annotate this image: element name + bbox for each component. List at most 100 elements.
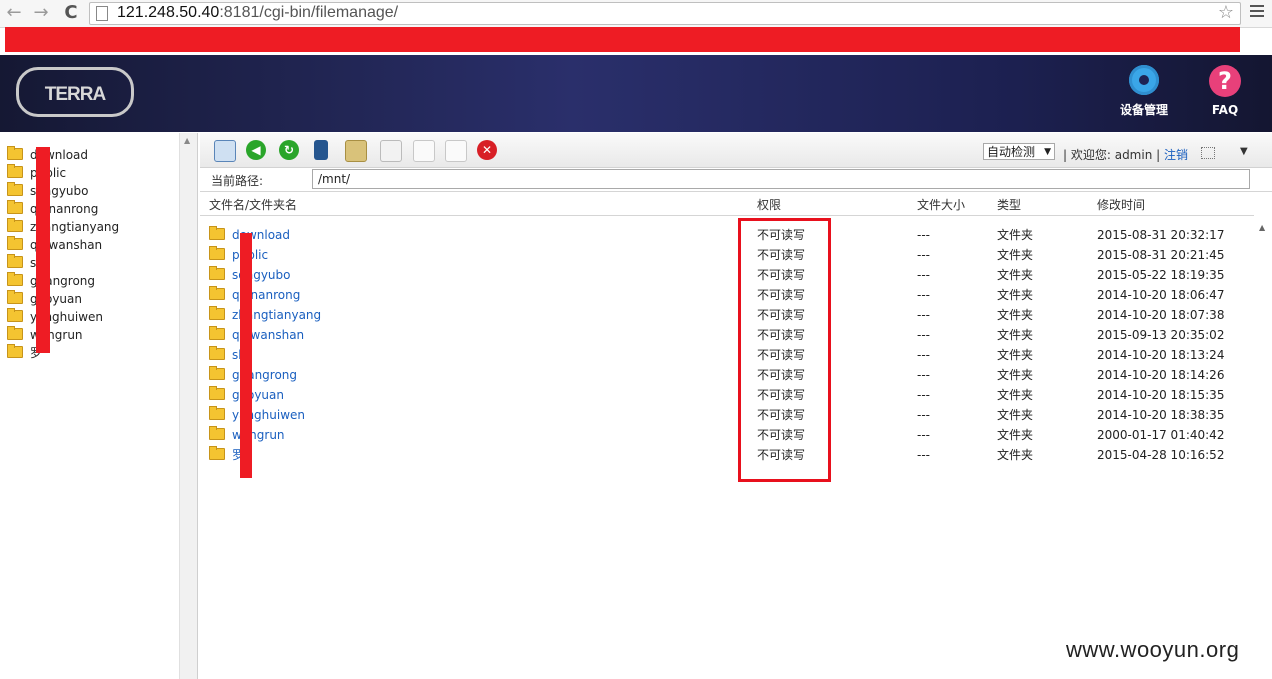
tree-scrollbar[interactable]: ▲ [179,133,197,679]
column-header-permission[interactable]: 权限 [757,196,781,213]
folder-icon [209,326,225,340]
folder-icon [209,286,225,300]
file-name[interactable]: qiuwanshan [209,325,304,345]
tree-item[interactable]: gaoyuan [7,290,119,308]
file-name[interactable]: yanghuiwen [209,405,305,425]
forward-arrow-icon[interactable]: → [31,3,51,23]
type-cell: 文件夹 [997,268,1034,282]
size-cell: --- [917,348,930,362]
column-header-name[interactable]: 文件名/文件夹名 [209,196,297,213]
type-cell: 文件夹 [997,328,1034,342]
welcome-text: | 欢迎您: admin | 注销 [1063,146,1188,163]
path-input[interactable]: /mnt/ [312,169,1250,189]
table-row[interactable]: zhangtianyang 不可读写 --- 文件夹 2014-10-20 18:07:… [200,305,1260,325]
address-bar[interactable]: 121.248.50.40:8181/cgi-bin/filemanage/ ☆ [89,2,1241,25]
tree-item[interactable]: 罗 [7,344,119,362]
refresh-icon[interactable]: ↻ [279,140,299,160]
table-row[interactable]: public不可读写---文件夹2015-08-31 20:21:45 [200,245,1260,265]
url-text[interactable]: 121.248.50.40:8181/cgi-bin/filemanage/ [117,4,398,22]
redaction-bar-list [240,233,252,478]
column-header-type[interactable]: 类型 [997,196,1021,213]
tree-item[interactable]: zhangtianyang [7,218,119,236]
tree-item[interactable]: shi [7,254,119,272]
table-row[interactable]: qinnanrong 不可读写 --- 文件夹 2014-10-20 18:06:47 [200,285,1260,305]
file-name[interactable]: zhangtianyang [209,305,321,325]
scroll-up-arrow-icon[interactable]: ▲ [1259,223,1265,232]
back-icon[interactable]: ◀ [246,140,266,160]
redaction-bar-tree [36,147,50,353]
chevron-down-icon[interactable]: ▼ [1240,146,1248,157]
file-manager-main: ◀ ↻ ✕ 自动检测 ▼ | 欢迎您: admin | 注销 ▼ 当前路径: /m… [200,133,1272,679]
column-header-mtime[interactable]: 修改时间 [1097,196,1145,213]
view-grid-icon[interactable] [1201,147,1215,159]
browser-menu-icon[interactable] [1250,5,1264,19]
table-row[interactable]: qiuwanshan 不可读写 --- 文件夹 2015-09-13 20:35:02 [200,325,1260,345]
size-cell: --- [917,448,930,462]
size-cell: --- [917,368,930,382]
mtime-cell: 2014-10-20 18:06:47 [1097,288,1225,302]
tree-item[interactable]: download [7,146,119,164]
dropdown-arrow-icon: ▼ [1044,147,1051,157]
scroll-up-arrow-icon[interactable]: ▲ [184,136,190,145]
permission-highlight-box [738,218,831,482]
file-name[interactable]: public [209,245,268,265]
mtime-cell: 2015-08-31 20:21:45 [1097,248,1225,262]
tree-item[interactable]: yanghuiwen [7,308,119,326]
table-row[interactable]: yanghuiwen 不可读写 --- 文件夹 2014-10-20 18:38:35 [200,405,1260,425]
tree-item[interactable]: guangrong [7,272,119,290]
folder-icon [209,306,225,320]
type-cell: 文件夹 [997,348,1034,362]
tree-item[interactable]: wangrun [7,326,119,344]
file-list-scrollbar[interactable]: ▲ [1254,215,1272,679]
tree-item[interactable]: songyubo [7,182,119,200]
file-name[interactable]: qinnanrong [209,285,300,305]
upload-icon[interactable] [314,140,328,160]
faq-button[interactable]: ? FAQ [1205,65,1245,117]
size-cell: --- [917,248,930,262]
folder-icon [209,266,225,280]
reload-icon[interactable]: C [61,3,81,23]
table-row[interactable]: songyubo 不可读写 --- 文件夹 2015-05-22 18:19:35 [200,265,1260,285]
logout-link[interactable]: 注销 [1164,148,1188,162]
rename-icon[interactable] [380,140,402,162]
folder-icon [7,200,23,214]
copy-icon[interactable] [413,140,435,162]
folder-icon [7,164,23,178]
table-row[interactable]: wangrun 不可读写 --- 文件夹 2000-01-17 01:40:42 [200,425,1260,445]
type-cell: 文件夹 [997,388,1034,402]
tree-item[interactable]: public [7,164,119,182]
folder-icon [7,326,23,340]
folder-icon [7,218,23,232]
folder-icon [7,182,23,196]
folder-icon [209,386,225,400]
gear-icon [1129,65,1159,95]
type-cell: 文件夹 [997,448,1034,462]
back-arrow-icon[interactable]: ← [4,3,24,23]
folder-icon [7,254,23,268]
table-row[interactable]: 罗不可读写 --- 文件夹 2015-04-28 10:16:52 [200,445,1260,465]
type-cell: 文件夹 [997,428,1034,442]
paste-icon[interactable] [445,140,467,162]
device-management-button[interactable]: 设备管理 [1118,65,1170,118]
browser-toolbar: ← → C 121.248.50.40:8181/cgi-bin/fileman… [0,0,1272,28]
home-icon[interactable] [214,140,236,162]
tree-item[interactable]: qiuwanshan [7,236,119,254]
table-row[interactable]: shi不可读写---文件夹2014-10-20 18:13:24 [200,345,1260,365]
size-cell: --- [917,228,930,242]
mtime-cell: 2015-08-31 20:32:17 [1097,228,1225,242]
language-select[interactable]: 自动检测 ▼ [983,143,1055,160]
bookmark-star-icon[interactable]: ☆ [1218,2,1234,23]
size-cell: --- [917,388,930,402]
folder-icon [7,236,23,250]
column-header-size[interactable]: 文件大小 [917,196,965,213]
table-row[interactable]: download 不可读写 --- 文件夹 2015-08-31 20:32:17 [200,225,1260,245]
table-row[interactable]: gaoyuan 不可读写 --- 文件夹 2014-10-20 18:15:35 [200,385,1260,405]
table-row[interactable]: guangrong 不可读写 --- 文件夹 2014-10-20 18:14:26 [200,365,1260,385]
delete-icon[interactable]: ✕ [477,140,497,160]
tree-item[interactable]: qinnanrong [7,200,119,218]
mtime-cell: 2014-10-20 18:13:24 [1097,348,1225,362]
size-cell: --- [917,288,930,302]
file-name[interactable]: 罗 [209,445,244,465]
file-name[interactable]: guangrong [209,365,297,385]
new-folder-icon[interactable] [345,140,367,162]
